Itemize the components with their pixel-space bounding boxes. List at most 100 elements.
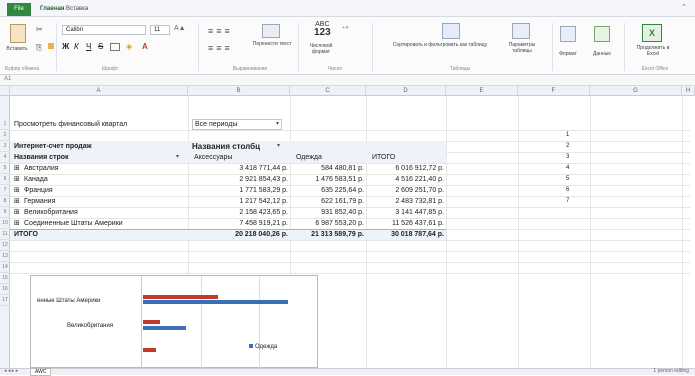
name-box[interactable]: A1 (4, 76, 11, 82)
format-button[interactable]: Формат (554, 51, 582, 57)
font-size-select[interactable]: 11 (150, 25, 170, 35)
col-header-a[interactable]: A (10, 86, 188, 96)
data-button[interactable]: Данные (584, 51, 620, 57)
bold-button[interactable]: Ж (62, 42, 69, 51)
align-left-icons[interactable]: ≡≡≡ (208, 43, 233, 53)
row-header[interactable]: 17 (0, 295, 10, 306)
row-header[interactable]: 5 (0, 163, 10, 174)
table-params-icon[interactable] (512, 23, 530, 39)
filter-dropdown-icon[interactable]: ▾ (277, 141, 280, 152)
row-header[interactable]: 14 (0, 262, 10, 273)
row-header[interactable]: 8 (0, 196, 10, 207)
office-group-label: Excel Office (641, 66, 669, 72)
font-name-select[interactable]: Calibri (62, 25, 146, 35)
cut-icon[interactable]: ✂ (36, 25, 43, 34)
chart-category-label: енные Штаты Америки (37, 298, 101, 304)
row-filter-icon[interactable]: ▾ (176, 152, 179, 163)
cell-value: 3 (566, 154, 570, 160)
cell-value: 1 (566, 132, 570, 138)
expand-icon[interactable]: ⊞ (14, 196, 20, 207)
copy-icon[interactable]: ⎘ (36, 43, 42, 53)
gridline (10, 273, 690, 274)
fill-color-icon[interactable]: ◈ (126, 42, 132, 51)
font-color-icon[interactable]: A (142, 42, 148, 51)
table-params-button[interactable]: Параметры таблицы (500, 42, 544, 54)
chart-bar (143, 320, 160, 324)
row-header[interactable]: 7 (0, 185, 10, 196)
collapse-ribbon-icon[interactable]: ⌃ (681, 3, 687, 11)
tab-file[interactable]: File (7, 3, 31, 16)
col-header-h[interactable]: H (682, 86, 695, 96)
col-header-e[interactable]: E (446, 86, 518, 96)
wrap-text-icon[interactable] (262, 24, 280, 38)
paste-button[interactable]: Вставить (2, 46, 32, 52)
dropdown-arrow-icon[interactable]: ▾ (276, 120, 279, 129)
tab-insert[interactable]: Вставка (66, 3, 88, 16)
pivot-col-header: Одежда (296, 154, 322, 161)
expand-icon[interactable]: ⊞ (14, 207, 20, 218)
format-cells-icon[interactable] (560, 26, 576, 42)
sort-filter-table-icon[interactable] (442, 23, 460, 39)
pivot-chart[interactable]: енные Штаты Америки Великобритания Одежд… (30, 275, 318, 369)
strike-button[interactable]: S (98, 42, 103, 51)
pivot-filter-select[interactable]: Все периоды ▾ (192, 119, 282, 130)
expand-icon[interactable]: ⊞ (14, 218, 20, 229)
number-format-button[interactable]: Числовой формат (304, 43, 338, 55)
align-top-icons[interactable]: ≡≡≡ (208, 26, 233, 36)
pivot-value-label: Интернет-счет продаж (14, 143, 92, 150)
expand-icon[interactable]: ⊞ (14, 163, 20, 174)
row-header[interactable]: 3 (0, 141, 10, 152)
number-format-icon[interactable]: ABC 123 (314, 21, 331, 38)
pivot-row-name: Франция (24, 187, 53, 194)
wrap-text-button[interactable]: Перенести текст (252, 41, 292, 47)
chart-bar (143, 348, 156, 352)
format-painter-icon[interactable] (48, 43, 54, 49)
row-header[interactable]: 4 (0, 152, 10, 163)
sheet-nav-icons[interactable]: ◂ ◂ ▸ ▸ (4, 368, 18, 374)
col-header-g[interactable]: G (590, 86, 682, 96)
row-header[interactable]: 15 (0, 273, 10, 284)
row-header[interactable]: 16 (0, 284, 10, 295)
data-icon[interactable] (594, 26, 610, 42)
grow-font-icon[interactable]: A▲ (174, 25, 186, 32)
pivot-row-name: Великобритания (24, 209, 78, 216)
underline-button[interactable]: Ч (86, 42, 91, 51)
col-header-d[interactable]: D (366, 86, 446, 96)
excel-icon[interactable]: X (642, 24, 662, 42)
pivot-row-labels: Названия строк (14, 154, 69, 161)
row-header[interactable]: 12 (0, 240, 10, 251)
formula-bar[interactable]: A1 (0, 75, 695, 86)
italic-button[interactable]: К (74, 42, 79, 51)
row-header[interactable]: 10 (0, 218, 10, 229)
row-header[interactable]: 2 (0, 130, 10, 141)
decimal-icon[interactable]: ⁺⁰ (342, 25, 349, 33)
expand-icon[interactable]: ⊞ (14, 185, 20, 196)
open-in-excel-button[interactable]: Продолжить в Excel (630, 45, 676, 57)
select-all-corner[interactable] (0, 86, 10, 96)
status-bar: ◂ ◂ ▸ ▸ AWC 1 person editing (0, 368, 695, 376)
col-header-b[interactable]: B (188, 86, 290, 96)
chart-bar (143, 300, 288, 304)
row-header[interactable]: 6 (0, 174, 10, 185)
col-header-f[interactable]: F (518, 86, 590, 96)
col-header-c[interactable]: C (290, 86, 366, 96)
row-header[interactable]: 13 (0, 251, 10, 262)
gridline (518, 96, 519, 368)
divider (552, 23, 553, 71)
pivot-cell: 584 480,81 р. (321, 165, 364, 172)
row-header[interactable]: 1 (0, 119, 10, 130)
pivot-cell: 6 016 912,72 р. (395, 165, 444, 172)
chart-axis (141, 276, 142, 369)
borders-icon[interactable] (110, 43, 120, 51)
paste-icon[interactable] (10, 24, 26, 43)
font-group-label: Шрифт (101, 66, 119, 72)
cell-value: 6 (566, 187, 570, 193)
pivot-cell: 635 225,64 р. (321, 187, 364, 194)
tab-home[interactable]: Главная (40, 3, 64, 16)
sort-filter-button[interactable]: Сортировать и фильтровать как таблицу (382, 42, 498, 48)
row-header[interactable]: 11 (0, 229, 10, 240)
pivot-cell: 1 476 583,51 р. (315, 176, 364, 183)
pivot-cell: 2 158 423,65 р. (239, 209, 288, 216)
expand-icon[interactable]: ⊞ (14, 174, 20, 185)
row-header[interactable]: 9 (0, 207, 10, 218)
